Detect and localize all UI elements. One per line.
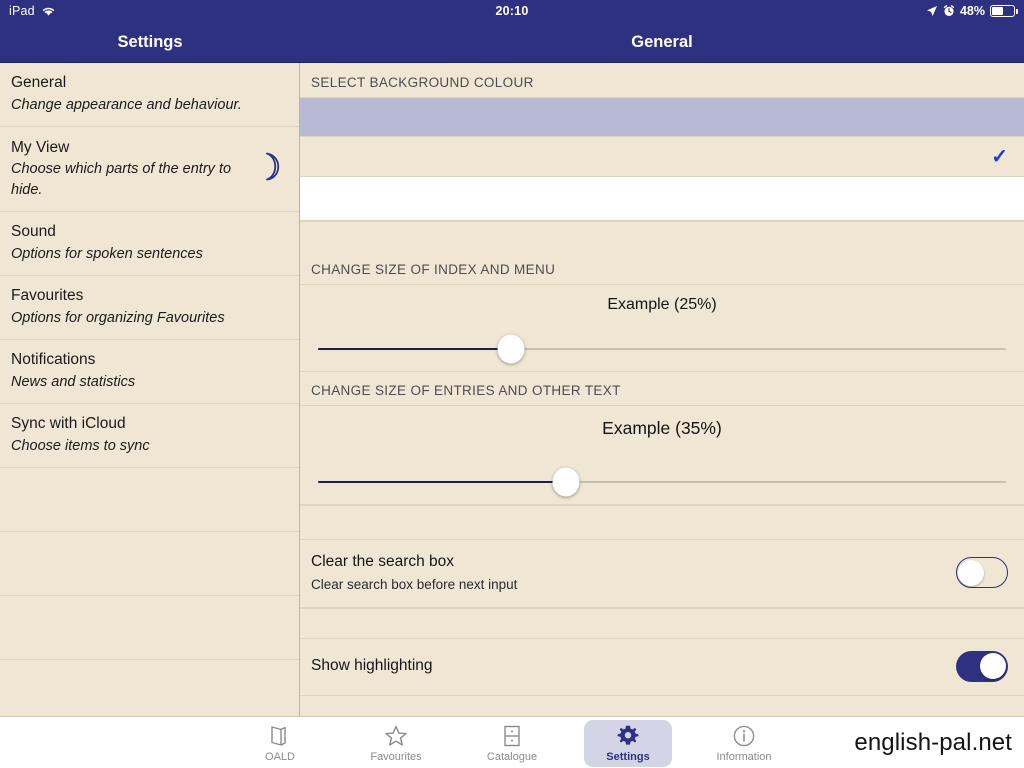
toggle-title: Clear the search box bbox=[311, 553, 455, 570]
toggle-subtitle: Clear search box before next input bbox=[311, 577, 518, 593]
sidebar-item-subtitle: Options for organizing Favourites bbox=[11, 309, 225, 326]
location-arrow-icon bbox=[926, 5, 938, 17]
tab-label: OALD bbox=[265, 750, 295, 763]
sidebar-item-subtitle: Change appearance and behaviour. bbox=[11, 96, 242, 113]
alarm-clock-icon bbox=[943, 5, 955, 17]
show-highlighting-toggle[interactable] bbox=[956, 650, 1008, 682]
index-size-slider[interactable] bbox=[300, 326, 1024, 372]
sidebar-item-sound[interactable]: Sound Options for spoken sentences bbox=[0, 212, 299, 276]
sidebar-item-subtitle: Options for spoken sentences bbox=[11, 245, 203, 262]
sidebar-item-title: Sync with iCloud bbox=[11, 415, 126, 433]
bottom-tab-bar: OALD Favourites Catalogue Settings Infor… bbox=[0, 716, 1024, 768]
status-bar: iPad 20:10 48% bbox=[0, 0, 1024, 22]
slider-thumb[interactable] bbox=[497, 334, 525, 363]
show-highlighting-text: Show highlighting bbox=[311, 656, 433, 676]
entry-size-example-label: Example (35%) bbox=[300, 405, 1024, 459]
sidebar-item-title: Favourites bbox=[11, 287, 84, 305]
tab-label: Information bbox=[716, 750, 772, 763]
sidebar-empty-row bbox=[0, 660, 299, 716]
clear-search-box-toggle[interactable] bbox=[956, 557, 1008, 589]
sidebar-item-subtitle: Choose which parts of the entry to hide. bbox=[11, 161, 232, 198]
sidebar-item-subtitle: Choose items to sync bbox=[11, 437, 150, 454]
background-colour-option-lavender[interactable] bbox=[300, 97, 1024, 137]
toggle-title: Show highlighting bbox=[311, 657, 433, 675]
tab-label: Catalogue bbox=[486, 750, 538, 763]
slider-filled-track bbox=[318, 480, 566, 483]
sidebar-item-my-view[interactable]: My View Choose which parts of the entry … bbox=[0, 127, 299, 212]
tab-information[interactable]: Information bbox=[686, 717, 802, 768]
status-bar-right: 48% bbox=[926, 4, 1018, 18]
toggle-knob bbox=[980, 653, 1006, 680]
info-circle-icon bbox=[732, 723, 756, 749]
index-size-section-header: CHANGE SIZE OF INDEX AND MENU bbox=[311, 262, 556, 277]
show-highlighting-row[interactable]: Show highlighting bbox=[300, 637, 1024, 696]
check-icon: ✓ bbox=[991, 145, 1008, 168]
site-watermark: english-pal.net bbox=[854, 728, 1012, 756]
entry-size-section-header: CHANGE SIZE OF ENTRIES AND OTHER TEXT bbox=[311, 383, 621, 398]
sidebar-empty-row bbox=[0, 532, 299, 596]
section-gap bbox=[300, 221, 1024, 260]
navigation-bar: Settings General bbox=[0, 22, 1024, 63]
background-colour-option-cream[interactable]: ✓ bbox=[300, 137, 1024, 177]
status-bar-clock: 20:10 bbox=[495, 4, 529, 18]
device-name: iPad bbox=[9, 4, 35, 18]
sidebar-title: Settings bbox=[117, 32, 183, 51]
slider-thumb[interactable] bbox=[552, 467, 580, 496]
toggle-knob bbox=[958, 559, 984, 586]
battery-percent-label: 48% bbox=[959, 4, 985, 18]
background-colour-section-header: SELECT BACKGROUND COLOUR bbox=[311, 75, 534, 90]
clear-search-box-text: Clear the search box Clear search box be… bbox=[311, 552, 517, 594]
sidebar-item-title: My View bbox=[11, 138, 70, 156]
slider-track[interactable] bbox=[318, 467, 1006, 496]
status-bar-left: iPad bbox=[9, 4, 56, 18]
sidebar-item-favourites[interactable]: Favourites Options for organizing Favour… bbox=[0, 276, 299, 340]
clear-search-box-row[interactable]: Clear the search box Clear search box be… bbox=[300, 539, 1024, 608]
book-icon bbox=[269, 723, 291, 749]
tab-oald[interactable]: OALD bbox=[222, 717, 338, 768]
sidebar-item-title: Sound bbox=[11, 223, 56, 241]
tab-label: Favourites bbox=[370, 750, 422, 763]
content-area: General Change appearance and behaviour.… bbox=[0, 63, 1024, 716]
general-settings-panel: SELECT BACKGROUND COLOUR ✓ CHANGE SIZE O… bbox=[300, 63, 1024, 716]
entry-size-slider[interactable] bbox=[300, 459, 1024, 505]
battery-icon bbox=[990, 5, 1018, 17]
sidebar-empty-row bbox=[0, 596, 299, 660]
section-gap bbox=[300, 505, 1024, 539]
star-icon bbox=[384, 723, 408, 749]
wifi-icon bbox=[41, 6, 56, 17]
sidebar-item-sync-with-icloud[interactable]: Sync with iCloud Choose items to sync bbox=[0, 404, 299, 468]
sidebar-item-title: Notifications bbox=[11, 351, 96, 369]
sidebar-item-subtitle: News and statistics bbox=[11, 373, 136, 390]
index-size-example-label: Example (25%) bbox=[300, 284, 1024, 326]
background-colour-option-white[interactable] bbox=[300, 177, 1024, 221]
settings-sidebar[interactable]: General Change appearance and behaviour.… bbox=[0, 63, 300, 716]
slider-track[interactable] bbox=[318, 334, 1006, 363]
tab-list: OALD Favourites Catalogue Settings Infor… bbox=[222, 717, 802, 768]
tab-favourites[interactable]: Favourites bbox=[338, 717, 454, 768]
index-size-section: CHANGE SIZE OF INDEX AND MENU Example (2… bbox=[300, 260, 1024, 372]
sidebar-empty-row bbox=[0, 468, 299, 532]
drawer-cabinet-icon bbox=[501, 723, 523, 749]
slider-filled-track bbox=[318, 347, 511, 350]
moon-icon bbox=[261, 152, 285, 187]
tab-catalogue[interactable]: Catalogue bbox=[454, 717, 570, 768]
tab-settings[interactable]: Settings bbox=[570, 717, 686, 768]
sidebar-item-general[interactable]: General Change appearance and behaviour. bbox=[0, 63, 299, 127]
ipad-settings-screen: iPad 20:10 48% Settings General General … bbox=[0, 0, 1024, 768]
entry-size-section: CHANGE SIZE OF ENTRIES AND OTHER TEXT Ex… bbox=[300, 372, 1024, 505]
page-title: General bbox=[631, 32, 693, 51]
tab-label: Settings bbox=[606, 750, 650, 763]
sidebar-item-notifications[interactable]: Notifications News and statistics bbox=[0, 340, 299, 404]
gear-icon bbox=[616, 723, 640, 749]
sidebar-item-title: General bbox=[11, 74, 67, 92]
section-gap bbox=[300, 607, 1024, 638]
